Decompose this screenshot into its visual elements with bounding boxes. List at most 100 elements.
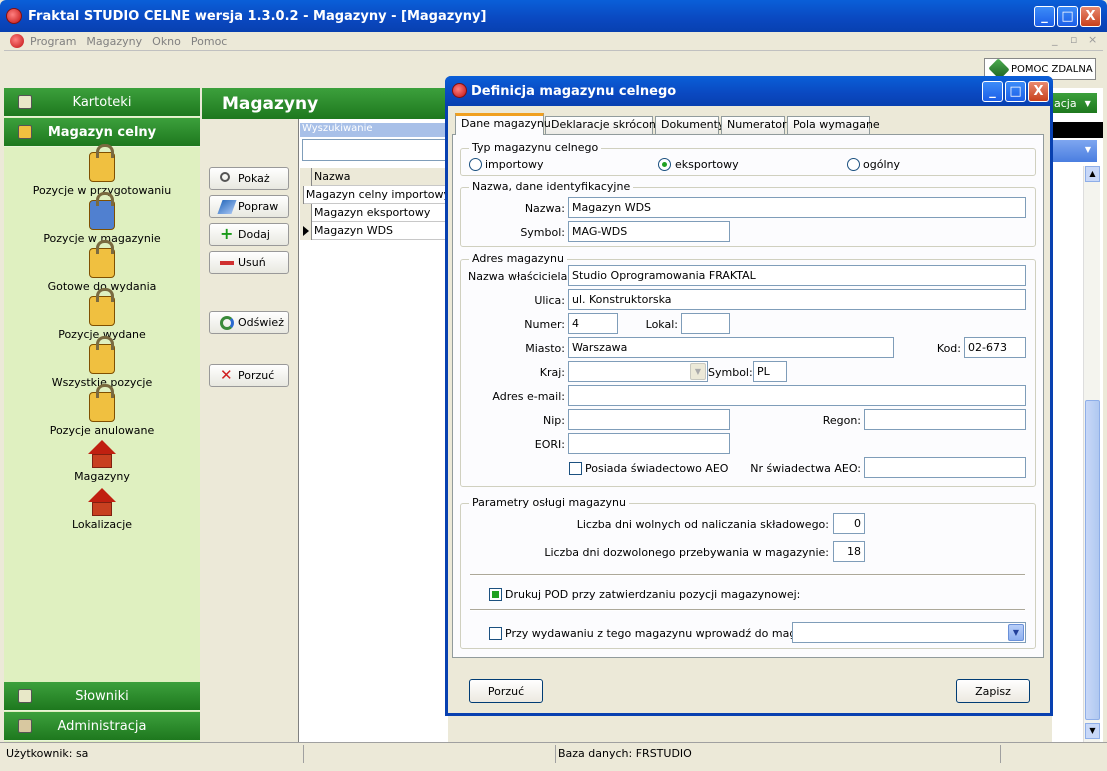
maximize-button[interactable]: □: [1057, 6, 1078, 27]
book-icon: [18, 95, 32, 109]
save-button[interactable]: Zapisz: [956, 679, 1030, 703]
nav-item-wszystkie-pozycje[interactable]: Wszystkie pozycje: [4, 336, 200, 389]
table-row[interactable]: Magazyn WDS: [300, 221, 450, 240]
country-label: Kraj:: [539, 366, 565, 379]
menu-magazyny[interactable]: Magazyny: [86, 35, 142, 48]
nav-item-pozycje-wydane[interactable]: Pozycje wydane: [4, 288, 200, 341]
eori-field[interactable]: [568, 433, 730, 454]
stay-days-field[interactable]: 18: [833, 541, 865, 562]
app-menu-icon[interactable]: [10, 34, 24, 48]
table-row[interactable]: Magazyn eksportowy: [300, 203, 450, 222]
table-row[interactable]: Magazyn celny importowy: [300, 185, 450, 204]
nav-item-pozycje-w-magazynie[interactable]: Pozycje w magazynie: [4, 192, 200, 245]
email-field[interactable]: [568, 385, 1026, 406]
group-title: Adres magazynu: [469, 252, 567, 265]
nav-item-lokalizacje[interactable]: Lokalizacje: [4, 488, 200, 531]
app-logo-icon: [452, 83, 467, 98]
nav-magazyn-celny[interactable]: Magazyn celny: [4, 118, 200, 147]
tab-dokumenty[interactable]: Dokumenty: [655, 116, 724, 134]
transfer-checkbox[interactable]: [489, 627, 502, 640]
cancel-button[interactable]: Porzuć: [469, 679, 543, 703]
transfer-label: Przy wydawaniu z tego magazynu wprowadź …: [505, 627, 833, 640]
radio-eksportowy[interactable]: [658, 158, 671, 171]
show-button[interactable]: Pokaż: [209, 167, 289, 190]
mdi-minimize-button[interactable]: _: [1052, 33, 1058, 46]
row-pointer-icon: [303, 225, 309, 236]
tab-numeratory[interactable]: Numeratory: [721, 116, 793, 134]
regon-field[interactable]: [864, 409, 1026, 430]
separator: [470, 609, 1025, 611]
scroll-down-icon[interactable]: ▼: [1085, 723, 1100, 739]
menu-pomoc[interactable]: Pomoc: [191, 35, 227, 48]
right-dropdown[interactable]: ▼: [1052, 140, 1097, 162]
owner-field[interactable]: Studio Oprogramowania FRAKTAL: [568, 265, 1026, 286]
mdi-restore-button[interactable]: ▫: [1070, 33, 1077, 46]
street-field[interactable]: ul. Konstruktorska: [568, 289, 1026, 310]
vertical-scrollbar[interactable]: ▲ ▼: [1083, 166, 1100, 742]
chevron-down-icon[interactable]: ▼: [690, 363, 706, 380]
search-input[interactable]: [302, 139, 448, 161]
country-select[interactable]: [568, 361, 708, 382]
nav-item-pozycje-anulowane[interactable]: Pozycje anulowane: [4, 384, 200, 437]
postal-code-field[interactable]: 02-673: [964, 337, 1026, 358]
lock-icon: [89, 192, 115, 230]
scroll-thumb[interactable]: [1085, 400, 1100, 720]
close-button[interactable]: X: [1080, 6, 1101, 27]
nip-field[interactable]: [568, 409, 730, 430]
right-action-combo[interactable]: acja ▼: [1052, 93, 1097, 113]
city-field[interactable]: Warszawa: [568, 337, 894, 358]
main-window-title: Fraktal STUDIO CELNE wersja 1.3.0.2 - Ma…: [28, 8, 487, 24]
number-field[interactable]: 4: [568, 313, 618, 334]
dialog-title-bar: Definicja magazynu celnego _ □ X: [445, 76, 1053, 106]
nav-item-pozycje-w-przygotowaniu[interactable]: Pozycje w przygotowaniu: [4, 144, 200, 197]
tab-dane-magazynu[interactable]: Dane magazynu: [455, 113, 551, 135]
discard-button[interactable]: ✕ Porzuć: [209, 364, 289, 387]
nav-item-magazyny[interactable]: Magazyny: [4, 440, 200, 483]
edit-button[interactable]: Popraw: [209, 195, 289, 218]
menu-okno[interactable]: Okno: [152, 35, 181, 48]
nav-kartoteki[interactable]: Kartoteki: [4, 88, 200, 117]
country-symbol-label: Symbol:: [708, 366, 753, 379]
free-days-field[interactable]: 0: [833, 513, 865, 534]
email-label: Adres e-mail:: [492, 390, 565, 403]
nav-item-gotowe-do-wydania[interactable]: Gotowe do wydania: [4, 240, 200, 293]
grid-header-name[interactable]: Nazwa: [312, 170, 350, 183]
mdi-close-button[interactable]: ×: [1088, 33, 1097, 46]
refresh-icon: [220, 316, 234, 330]
dialog-close-button[interactable]: X: [1028, 81, 1049, 102]
delete-button[interactable]: Usuń: [209, 251, 289, 274]
menu-program[interactable]: Program: [30, 35, 76, 48]
nav-slowniki[interactable]: Słowniki: [4, 682, 200, 711]
print-pod-checkbox[interactable]: [489, 588, 502, 601]
chevron-down-icon[interactable]: ▼: [1008, 624, 1024, 641]
symbol-field[interactable]: MAG-WDS: [568, 221, 730, 242]
refresh-button[interactable]: Odśwież: [209, 311, 289, 334]
nav-slowniki-label: Słowniki: [75, 688, 129, 704]
radio-eksportowy-label: eksportowy: [675, 158, 739, 171]
scroll-up-icon[interactable]: ▲: [1085, 166, 1100, 182]
minimize-button[interactable]: _: [1034, 6, 1055, 27]
dialog-title: Definicja magazynu celnego: [471, 83, 677, 99]
tab-deklaracje-skrocone[interactable]: Deklaracje skrócone: [545, 116, 663, 134]
nav-item-label: Magazyny: [74, 470, 130, 483]
table-cell: Magazyn WDS: [314, 224, 394, 237]
tab-pola-wymagane[interactable]: Pola wymagane: [787, 116, 880, 134]
nav-administracja[interactable]: Administracja: [4, 712, 200, 741]
transfer-warehouse-select[interactable]: [792, 622, 1026, 643]
dialog-maximize-button[interactable]: □: [1005, 81, 1026, 102]
city-label: Miasto:: [525, 342, 565, 355]
radio-ogolny[interactable]: [847, 158, 860, 171]
radio-importowy[interactable]: [469, 158, 482, 171]
dialog-minimize-button[interactable]: _: [982, 81, 1003, 102]
add-button[interactable]: + Dodaj: [209, 223, 289, 246]
group-title: Typ magazynu celnego: [469, 141, 602, 154]
aeo-checkbox[interactable]: [569, 462, 582, 475]
group-title: Parametry osługi magazynu: [469, 496, 629, 509]
apartment-field[interactable]: [681, 313, 730, 334]
country-symbol-field[interactable]: PL: [753, 361, 787, 382]
warehouse-icon: [18, 125, 32, 139]
name-field[interactable]: Magazyn WDS: [568, 197, 1026, 218]
edit-button-label: Popraw: [238, 200, 279, 213]
chevron-down-icon: ▼: [1084, 98, 1091, 108]
aeo-number-field[interactable]: [864, 457, 1026, 478]
